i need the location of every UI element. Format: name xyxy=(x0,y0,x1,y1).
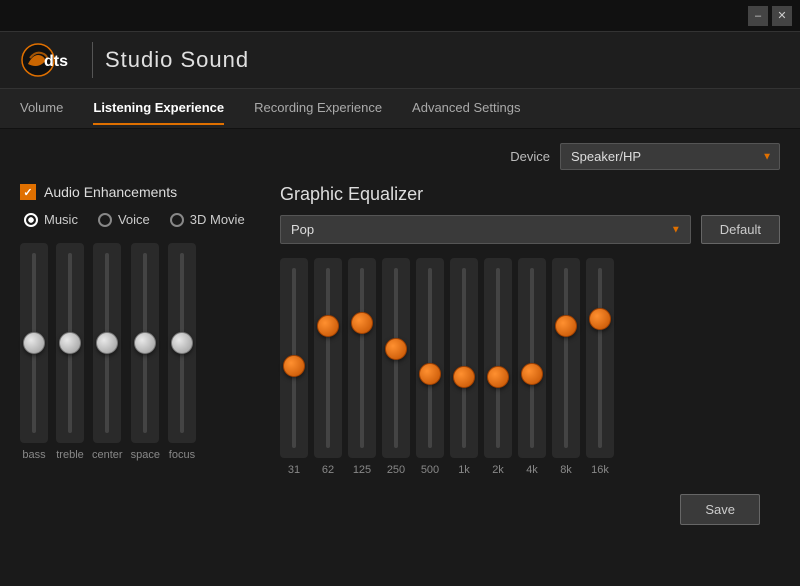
eq-slider-track-2k[interactable] xyxy=(484,258,512,458)
radio-3dmovie-label: 3D Movie xyxy=(190,212,245,227)
svg-text:dts: dts xyxy=(44,53,68,70)
eq-slider-16k: 16k xyxy=(586,258,614,476)
audio-enhancements-label: Audio Enhancements xyxy=(44,184,177,200)
radio-voice-circle xyxy=(98,213,112,227)
slider-bass: bass xyxy=(20,243,48,461)
eq-slider-track-62[interactable] xyxy=(314,258,342,458)
slider-treble-track[interactable] xyxy=(56,243,84,443)
left-panel: Audio Enhancements Music Voice 3D Movie xyxy=(20,184,280,476)
eq-slider-track-16k[interactable] xyxy=(586,258,614,458)
radio-music-label: Music xyxy=(44,212,78,227)
slider-space: space xyxy=(131,243,160,461)
eq-sliders: 31 62 125 250 500 1k 2k 4k 8k 16k xyxy=(280,258,780,476)
device-label: Device xyxy=(510,149,550,164)
radio-row: Music Voice 3D Movie xyxy=(20,212,280,227)
slider-treble: treble xyxy=(56,243,84,461)
radio-voice-label: Voice xyxy=(118,212,150,227)
slider-space-label: space xyxy=(131,449,160,461)
eq-slider-31: 31 xyxy=(280,258,308,476)
audio-enhancements-row: Audio Enhancements xyxy=(20,184,280,200)
slider-center: center xyxy=(92,243,123,461)
right-panel: Graphic Equalizer Pop Rock Jazz Classica… xyxy=(280,184,780,476)
audio-enhancements-checkbox[interactable] xyxy=(20,184,36,200)
save-row: Save xyxy=(20,486,780,525)
tab-listening[interactable]: Listening Experience xyxy=(93,92,224,125)
radio-music[interactable]: Music xyxy=(24,212,78,227)
eq-slider-track-4k[interactable] xyxy=(518,258,546,458)
slider-focus-track[interactable] xyxy=(168,243,196,443)
app-header: dts Studio Sound xyxy=(0,32,800,89)
header-divider xyxy=(92,42,93,78)
eq-slider-track-8k[interactable] xyxy=(552,258,580,458)
app-title: Studio Sound xyxy=(105,47,249,73)
eq-label-500: 500 xyxy=(421,464,439,476)
radio-music-circle xyxy=(24,213,38,227)
slider-treble-label: treble xyxy=(56,449,84,461)
device-select[interactable]: Speaker/HP Headphones HDMI xyxy=(560,143,780,170)
main-content: Device Speaker/HP Headphones HDMI Audio … xyxy=(0,129,800,539)
eq-controls: Pop Rock Jazz Classical Flat Default xyxy=(280,215,780,244)
eq-label-8k: 8k xyxy=(560,464,572,476)
tab-volume[interactable]: Volume xyxy=(20,92,63,125)
eq-slider-4k: 4k xyxy=(518,258,546,476)
radio-3dmovie-circle xyxy=(170,213,184,227)
eq-label-125: 125 xyxy=(353,464,371,476)
eq-slider-track-31[interactable] xyxy=(280,258,308,458)
slider-bass-track[interactable] xyxy=(20,243,48,443)
eq-label-62: 62 xyxy=(322,464,334,476)
eq-slider-500: 500 xyxy=(416,258,444,476)
eq-label-4k: 4k xyxy=(526,464,538,476)
eq-label-1k: 1k xyxy=(458,464,470,476)
eq-slider-250: 250 xyxy=(382,258,410,476)
eq-slider-1k: 1k xyxy=(450,258,478,476)
minimize-button[interactable]: – xyxy=(748,6,768,26)
radio-voice[interactable]: Voice xyxy=(98,212,150,227)
eq-slider-2k: 2k xyxy=(484,258,512,476)
two-col-layout: Audio Enhancements Music Voice 3D Movie xyxy=(20,184,780,476)
slider-space-track[interactable] xyxy=(131,243,159,443)
eq-slider-125: 125 xyxy=(348,258,376,476)
default-button[interactable]: Default xyxy=(701,215,780,244)
title-bar: – ✕ xyxy=(0,0,800,32)
tab-advanced[interactable]: Advanced Settings xyxy=(412,92,520,125)
slider-center-label: center xyxy=(92,449,123,461)
nav-tabs: Volume Listening Experience Recording Ex… xyxy=(0,89,800,129)
tab-recording[interactable]: Recording Experience xyxy=(254,92,382,125)
radio-3dmovie[interactable]: 3D Movie xyxy=(170,212,245,227)
logo-area: dts Studio Sound xyxy=(20,42,249,78)
left-sliders: bass treble xyxy=(20,243,280,461)
close-button[interactable]: ✕ xyxy=(772,6,792,26)
eq-label-250: 250 xyxy=(387,464,405,476)
eq-slider-8k: 8k xyxy=(552,258,580,476)
slider-focus-label: focus xyxy=(169,449,195,461)
eq-slider-track-250[interactable] xyxy=(382,258,410,458)
slider-bass-label: bass xyxy=(22,449,45,461)
preset-select[interactable]: Pop Rock Jazz Classical Flat xyxy=(280,215,691,244)
eq-label-2k: 2k xyxy=(492,464,504,476)
preset-select-wrapper: Pop Rock Jazz Classical Flat xyxy=(280,215,691,244)
eq-slider-track-500[interactable] xyxy=(416,258,444,458)
eq-slider-track-125[interactable] xyxy=(348,258,376,458)
save-button[interactable]: Save xyxy=(680,494,760,525)
dts-logo: dts xyxy=(20,42,80,78)
eq-slider-track-1k[interactable] xyxy=(450,258,478,458)
eq-label-16k: 16k xyxy=(591,464,609,476)
eq-title: Graphic Equalizer xyxy=(280,184,780,205)
eq-slider-62: 62 xyxy=(314,258,342,476)
eq-label-31: 31 xyxy=(288,464,300,476)
device-select-wrapper: Speaker/HP Headphones HDMI xyxy=(560,143,780,170)
device-row: Device Speaker/HP Headphones HDMI xyxy=(20,143,780,170)
slider-focus: focus xyxy=(168,243,196,461)
slider-center-track[interactable] xyxy=(93,243,121,443)
